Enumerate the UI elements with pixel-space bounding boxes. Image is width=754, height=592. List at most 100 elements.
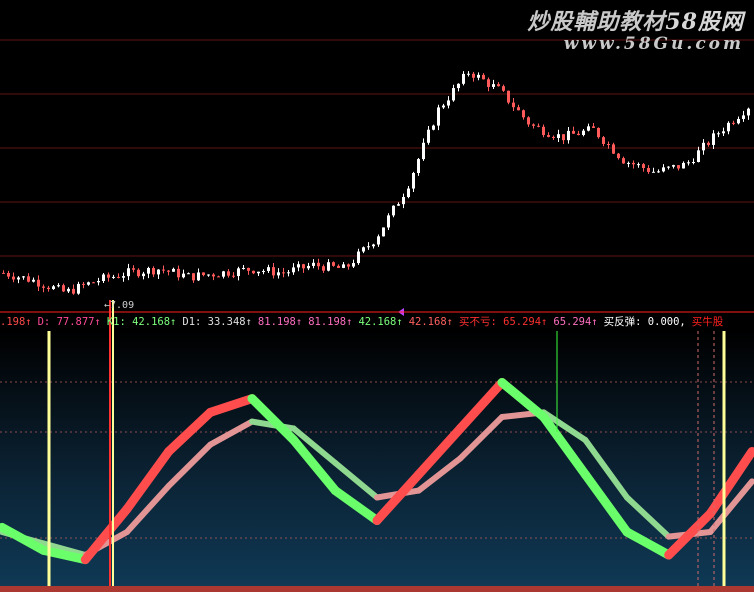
candle-body [197, 272, 200, 281]
candle-body [147, 267, 150, 274]
candle-body [617, 153, 620, 159]
candle-body [102, 274, 105, 282]
candle-body [67, 288, 70, 292]
candle-body [77, 283, 80, 294]
candle-body [687, 162, 690, 164]
candle-body [22, 276, 25, 278]
candle-body [552, 136, 555, 138]
candle-body [652, 171, 655, 173]
candle-body [192, 273, 195, 281]
candle-body [542, 126, 545, 136]
candle-body [237, 268, 240, 277]
candle-body [512, 102, 515, 108]
candle-body [682, 162, 685, 169]
candle-body [722, 131, 725, 134]
candle-body [62, 285, 65, 292]
candle-body [402, 196, 405, 205]
candle-body [27, 276, 30, 282]
candle-body [712, 133, 715, 145]
candle-body [212, 274, 215, 277]
candle-body [232, 275, 235, 277]
candle-body [612, 144, 615, 154]
candle-body [187, 273, 190, 275]
candle-body [367, 246, 370, 248]
min-price-label: ←7.09 [104, 300, 135, 311]
indicator-value: 42.168↑ [358, 316, 403, 328]
candle-body [632, 162, 635, 165]
candle-body [477, 74, 480, 78]
candle-body [727, 122, 730, 132]
candle-body [697, 150, 700, 162]
candle-body [262, 271, 265, 273]
candle-body [717, 133, 720, 135]
candle-body [747, 108, 750, 116]
candle-body [42, 286, 45, 288]
candle-body [587, 126, 590, 131]
candle-body [622, 158, 625, 164]
candle-body [132, 268, 135, 270]
candle-body [397, 204, 400, 206]
indicator-value: 81.198↑ [308, 316, 353, 328]
chart-canvas[interactable] [0, 0, 754, 592]
candle-body [12, 276, 15, 280]
candle-body [137, 269, 140, 277]
candle-body [627, 162, 630, 164]
candle-body [492, 84, 495, 87]
candle-body [172, 268, 175, 272]
candle-body [127, 268, 130, 277]
candle-body [57, 285, 60, 287]
candle-body [372, 244, 375, 247]
candle-body [92, 282, 95, 284]
candle-body [247, 267, 250, 271]
candle-body [327, 262, 330, 271]
candle-body [457, 83, 460, 89]
watermark-title-main: 炒股輔助教材 [527, 9, 666, 35]
candle-body [302, 264, 305, 269]
candle-body [287, 272, 290, 274]
indicator-value: 65.294↑ [553, 316, 598, 328]
candle-body [357, 251, 360, 264]
candle-body [202, 272, 205, 276]
bottom-strip [0, 586, 754, 592]
candle-body [732, 122, 735, 124]
candle-body [742, 115, 745, 119]
candle-body [7, 272, 10, 277]
candle-body [292, 267, 295, 273]
candle-body [527, 117, 530, 125]
candle-body [32, 279, 35, 282]
indicator-value: D1: 33.348↑ [182, 316, 252, 328]
candle-body [297, 264, 300, 268]
indicator-values-row: .198↑ D: 77.877↑ K1: 42.168↑ D1: 33.348↑ 81.… [0, 314, 754, 330]
candle-body [647, 168, 650, 172]
candle-body [487, 79, 490, 87]
candle-body [207, 274, 210, 276]
candle-body [592, 126, 595, 128]
indicator-value: .198↑ [0, 316, 32, 328]
candle-body [427, 129, 430, 143]
candle-body [737, 118, 740, 124]
indicator-value: 买不亏: 65.294↑ [458, 316, 548, 328]
candle-body [472, 73, 475, 78]
candle-body [347, 264, 350, 267]
candle-body [152, 267, 155, 275]
candle-body [352, 263, 355, 267]
indicator-value: K1: 42.168↑ [106, 316, 177, 328]
candle-body [607, 143, 610, 145]
watermark-url: www.58Gu.com [563, 34, 744, 54]
candle-body [562, 134, 565, 141]
indicator-value: 买牛股 [691, 316, 724, 328]
candle-body [382, 227, 385, 237]
candle-body [182, 273, 185, 278]
candle-body [452, 88, 455, 101]
candle-body [667, 166, 670, 168]
candle-body [162, 269, 165, 271]
candle-body [507, 90, 510, 103]
candle-body [497, 84, 500, 87]
candle-body [657, 171, 660, 173]
candle-body [282, 272, 285, 274]
candle-body [342, 264, 345, 268]
candle-body [112, 276, 115, 278]
candle-body [142, 273, 145, 277]
candle-body [227, 271, 230, 276]
candle-body [602, 137, 605, 144]
